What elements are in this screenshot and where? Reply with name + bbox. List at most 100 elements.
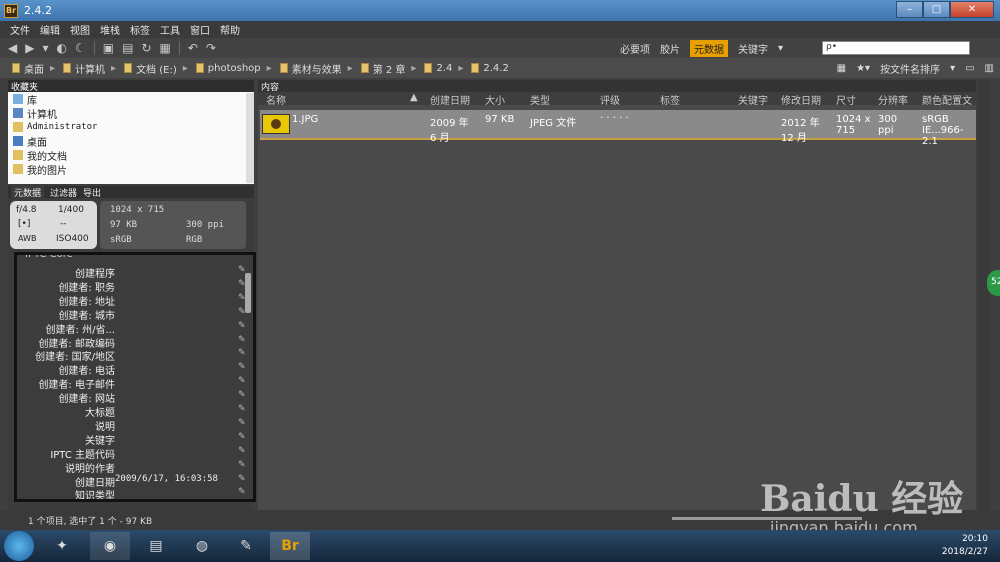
iptc-row[interactable]: 创建者: 城市 ✎ bbox=[17, 307, 253, 322]
app-icon[interactable]: ✦ bbox=[42, 532, 82, 560]
iptc-scrollbar[interactable] bbox=[245, 273, 251, 313]
rating-filter-icon[interactable]: ★▾ bbox=[856, 63, 870, 74]
content-tab[interactable]: 内容 bbox=[258, 80, 976, 93]
workspace-essentials[interactable]: 必要项 bbox=[620, 41, 650, 56]
iptc-field-value[interactable]: 2009/6/17, 16:03:58 bbox=[115, 474, 218, 484]
trash-icon[interactable]: ▥ bbox=[985, 63, 994, 74]
edit-pencil-icon[interactable]: ✎ bbox=[238, 376, 246, 386]
iptc-row[interactable]: 创建者: 国家/地区 ✎ bbox=[17, 348, 253, 363]
iptc-row[interactable]: 关键字 ✎ bbox=[17, 432, 253, 447]
workspace-keywords[interactable]: 关键字 bbox=[738, 41, 768, 56]
explorer-icon[interactable]: ▤ bbox=[136, 532, 176, 560]
tab-metadata[interactable]: 元数据 bbox=[11, 185, 45, 199]
edit-pencil-icon[interactable]: ✎ bbox=[238, 432, 246, 442]
crumb-2-4-2[interactable]: 2.4.2 bbox=[471, 63, 509, 74]
crumb-drive[interactable]: 文档 (E:) ▸ bbox=[124, 61, 188, 76]
menu-help[interactable]: 帮助 bbox=[220, 22, 240, 37]
file-thumbnail[interactable] bbox=[262, 114, 290, 134]
forward-icon[interactable]: ▶ bbox=[25, 41, 34, 55]
fav-computer[interactable]: 计算机 bbox=[8, 106, 254, 121]
iptc-row[interactable]: IPTC 主题代码 ✎ bbox=[17, 446, 253, 461]
iptc-row[interactable]: 创建者: 邮政编码 ✎ bbox=[17, 335, 253, 350]
camera-icon[interactable]: ▣ bbox=[103, 41, 114, 55]
edit-pencil-icon[interactable]: ✎ bbox=[238, 418, 246, 428]
iptc-row[interactable]: 创建程序 ✎ bbox=[17, 265, 253, 280]
col-rating[interactable]: 评级 bbox=[600, 92, 620, 107]
menu-edit[interactable]: 编辑 bbox=[40, 22, 60, 37]
iptc-row[interactable]: 创建者: 地址 ✎ bbox=[17, 293, 253, 308]
minimize-button[interactable]: – bbox=[896, 1, 923, 18]
sort-dropdown[interactable]: 按文件名排序 bbox=[880, 61, 940, 76]
col-type[interactable]: 类型 bbox=[530, 92, 550, 107]
fav-library[interactable]: 库 bbox=[8, 92, 254, 107]
col-keywords[interactable]: 关键字 bbox=[738, 92, 768, 107]
back-icon[interactable]: ◀ bbox=[8, 41, 17, 55]
browser-icon[interactable]: ◉ bbox=[90, 532, 130, 560]
bridge-taskbar-icon[interactable]: Br bbox=[270, 532, 310, 560]
edit-pencil-icon[interactable]: ✎ bbox=[238, 474, 246, 484]
menu-tools[interactable]: 工具 bbox=[160, 22, 180, 37]
rotate-left-icon[interactable]: ↶ bbox=[188, 41, 198, 55]
iptc-row[interactable]: 知识类型 ✎ bbox=[17, 487, 253, 499]
view-grid-icon[interactable]: ▦ bbox=[837, 63, 846, 74]
menu-file[interactable]: 文件 bbox=[10, 22, 30, 37]
dropdown-icon[interactable]: ▾ bbox=[42, 41, 48, 55]
workspace-filmstrip[interactable]: 胶片 bbox=[660, 41, 680, 56]
iptc-row[interactable]: 创建者: 电话 ✎ bbox=[17, 362, 253, 377]
iptc-row[interactable]: 大标题 ✎ bbox=[17, 404, 253, 419]
workspace-metadata[interactable]: 元数据 bbox=[690, 39, 728, 57]
open-folder-icon[interactable]: ▭ bbox=[965, 63, 974, 74]
menu-window[interactable]: 窗口 bbox=[190, 22, 210, 37]
recent-icon[interactable]: ☾ bbox=[75, 41, 86, 55]
file-rating[interactable]: · · · · · bbox=[600, 113, 629, 124]
iptc-row[interactable]: 创建者: 电子邮件 ✎ bbox=[17, 376, 253, 391]
iptc-row[interactable]: 创建者: 职务 ✎ bbox=[17, 279, 253, 294]
start-button[interactable] bbox=[4, 531, 34, 561]
crumb-desktop[interactable]: 桌面 ▸ bbox=[12, 61, 55, 76]
crumb-computer[interactable]: 计算机 ▸ bbox=[63, 61, 116, 76]
favorites-tab[interactable]: 收藏夹 bbox=[8, 80, 254, 93]
menu-view[interactable]: 视图 bbox=[70, 22, 90, 37]
edit-pencil-icon[interactable]: ✎ bbox=[238, 404, 246, 414]
favorites-scrollbar[interactable] bbox=[246, 93, 254, 183]
workspace-menu-icon[interactable]: ▾ bbox=[778, 43, 783, 54]
search-input[interactable]: ρ• bbox=[822, 41, 970, 55]
system-clock[interactable]: 20:10 2018/2/27 bbox=[942, 533, 988, 559]
col-resolution[interactable]: 分辨率 bbox=[878, 92, 908, 107]
edit-pencil-icon[interactable]: ✎ bbox=[238, 460, 246, 470]
close-button[interactable]: ✕ bbox=[950, 1, 994, 18]
new-folder-icon[interactable]: ▦ bbox=[160, 41, 171, 55]
edit-pencil-icon[interactable]: ✎ bbox=[238, 390, 246, 400]
fav-desktop[interactable]: 桌面 bbox=[8, 134, 254, 149]
tab-filter[interactable]: 过滤器 bbox=[50, 186, 77, 199]
crumb-photoshop[interactable]: photoshop ▸ bbox=[195, 63, 272, 74]
menu-stack[interactable]: 堆栈 bbox=[100, 22, 120, 37]
crumb-2-4[interactable]: 2.4 ▸ bbox=[424, 63, 463, 74]
iptc-row[interactable]: 说明的作者 ✎ bbox=[17, 460, 253, 475]
reveal-icon[interactable]: ◐ bbox=[57, 41, 67, 55]
col-name[interactable]: 名称 bbox=[266, 92, 286, 107]
fav-documents[interactable]: 我的文档 bbox=[8, 148, 254, 163]
refine-icon[interactable]: ▤ bbox=[122, 41, 133, 55]
edit-pencil-icon[interactable]: ✎ bbox=[238, 335, 246, 345]
edit-pencil-icon[interactable]: ✎ bbox=[238, 321, 246, 331]
crumb-materials[interactable]: 素材与效果 ▸ bbox=[279, 61, 353, 76]
iptc-row[interactable]: 创建者: 网站 ✎ bbox=[17, 390, 253, 405]
col-size[interactable]: 大小 bbox=[485, 92, 505, 107]
edit-pencil-icon[interactable]: ✎ bbox=[238, 487, 246, 497]
chrome-icon[interactable]: ◍ bbox=[182, 532, 222, 560]
sort-direction-icon[interactable]: ▾ bbox=[950, 63, 955, 74]
rotate-right-icon[interactable]: ↷ bbox=[206, 41, 216, 55]
crumb-chapter2[interactable]: 第 2 章 ▸ bbox=[360, 61, 416, 76]
col-modified[interactable]: 修改日期 bbox=[781, 92, 821, 107]
fav-administrator[interactable]: Administrator bbox=[8, 120, 254, 134]
open-recent-icon[interactable]: ↻ bbox=[141, 41, 151, 55]
maximize-button[interactable]: □ bbox=[923, 1, 950, 18]
paint-icon[interactable]: ✎ bbox=[226, 532, 266, 560]
content-scrollbar[interactable] bbox=[978, 80, 990, 510]
iptc-row[interactable]: 创建日期 2009/6/17, 16:03:58 ✎ bbox=[17, 474, 253, 489]
edit-pencil-icon[interactable]: ✎ bbox=[238, 446, 246, 456]
fav-pictures[interactable]: 我的图片 bbox=[8, 162, 254, 177]
file-row[interactable]: 1.JPG 2009 年 6 月 97 KB JPEG 文件 · · · · ·… bbox=[260, 110, 976, 147]
sort-asc-icon[interactable]: ▲ bbox=[410, 92, 418, 103]
